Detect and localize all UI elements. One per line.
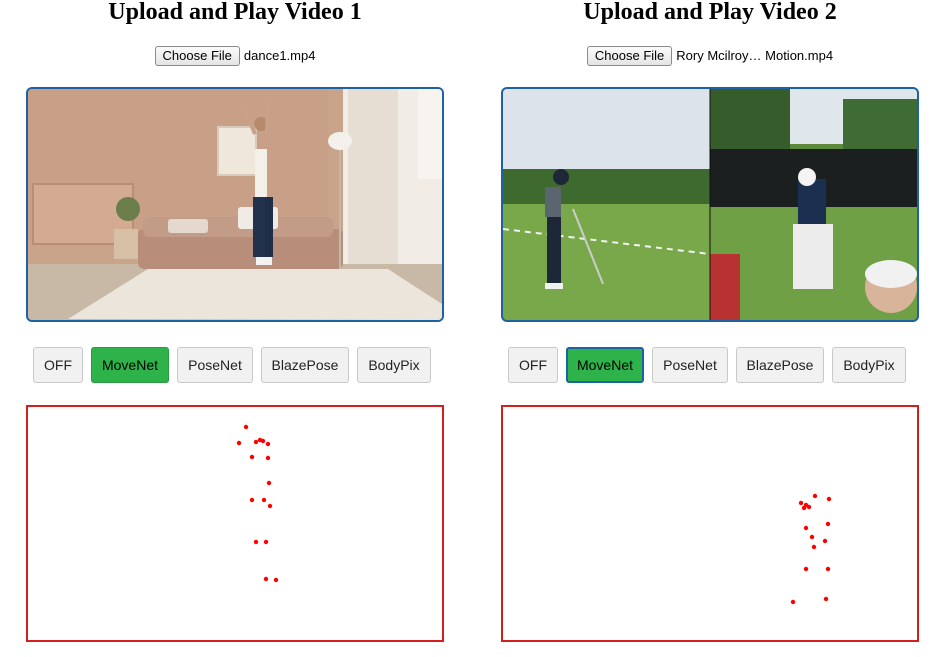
video-player[interactable] [26, 87, 444, 322]
file-name-label: Rory Mcilroy… Motion.mp4 [676, 47, 834, 63]
choose-file-button[interactable]: Choose File [154, 45, 240, 66]
keypoint [265, 441, 271, 447]
keypoint [253, 439, 259, 445]
keypoint [809, 534, 815, 540]
keypoint [812, 493, 818, 499]
model-button-off[interactable]: OFF [508, 347, 558, 383]
model-button-bodypix[interactable]: BodyPix [357, 347, 431, 383]
keypoint [265, 455, 271, 461]
keypoint [249, 497, 255, 503]
keypoint [803, 525, 809, 531]
video-panel-1: Upload and Play Video 1 Choose File dance… [25, 0, 445, 657]
keypoint [236, 440, 242, 446]
keypoint [822, 538, 828, 544]
file-name-label: dance1.mp4 [243, 47, 316, 63]
keypoint [790, 599, 796, 605]
keypoint [803, 566, 809, 572]
keypoint [825, 566, 831, 572]
keypoint [801, 505, 807, 511]
model-button-posenet[interactable]: PoseNet [652, 347, 728, 383]
file-input[interactable]: Choose File dance1.mp4 [25, 45, 445, 66]
keypoint [261, 497, 267, 503]
keypoint [806, 504, 812, 510]
keypoint [266, 480, 272, 486]
video-frame-dance [28, 89, 442, 320]
model-button-posenet[interactable]: PoseNet [177, 347, 253, 383]
keypoint [823, 596, 829, 602]
model-button-movenet[interactable]: MoveNet [91, 347, 169, 383]
choose-file-button[interactable]: Choose File [586, 45, 673, 66]
file-input[interactable]: Choose File Rory Mcilroy… Motion.mp4 [500, 45, 920, 66]
keypoint [243, 424, 249, 430]
keypoint-plot [790, 493, 832, 605]
model-button-blazepose[interactable]: BlazePose [261, 347, 349, 383]
keypoint [826, 496, 832, 502]
model-button-movenet[interactable]: MoveNet [566, 347, 644, 383]
model-button-blazepose[interactable]: BlazePose [736, 347, 824, 383]
keypoint [798, 500, 804, 506]
keypoint [263, 539, 269, 545]
keypoint [260, 438, 266, 444]
keypoint [825, 521, 831, 527]
video-player[interactable] [501, 87, 919, 322]
video-panel-2: Upload and Play Video 2 Choose File Rory … [500, 0, 920, 657]
panel-title: Upload and Play Video 2 [583, 0, 837, 25]
model-button-bodypix[interactable]: BodyPix [832, 347, 906, 383]
keypoint [263, 576, 269, 582]
pose-canvas [501, 405, 919, 642]
keypoint [253, 539, 259, 545]
keypoint [249, 454, 255, 460]
model-button-off[interactable]: OFF [33, 347, 83, 383]
video-frame-golf [503, 89, 917, 320]
keypoint [267, 503, 273, 509]
keypoint [273, 577, 279, 583]
panel-title: Upload and Play Video 1 [108, 0, 362, 25]
keypoint-plot [236, 424, 279, 583]
keypoint [811, 544, 817, 550]
pose-canvas [26, 405, 444, 642]
